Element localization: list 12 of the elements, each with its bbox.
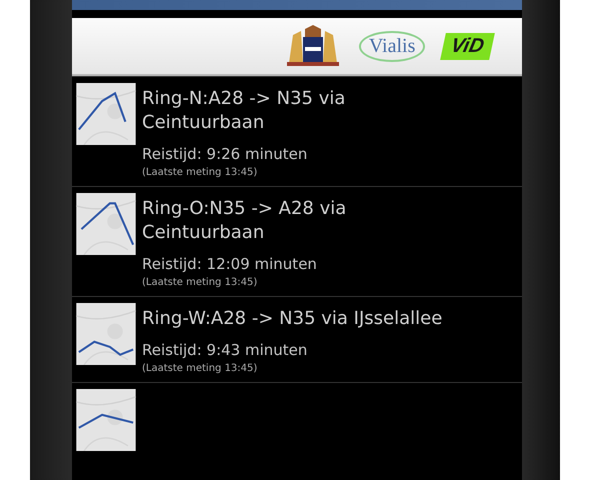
travel-time: Reistijd: 9:26 minuten [142,145,308,163]
travel-time: Reistijd: 12:09 minuten [142,255,318,273]
route-title[interactable]: Ring-N:A28 -> N35 via Ceintuurbaan [142,87,346,135]
last-measured: (Laatste meting 13:45) [142,277,258,288]
last-measured: (Laatste meting 13:45) [142,167,258,178]
route-title[interactable]: Ring-W:A28 -> N35 via IJsselallee [142,307,442,331]
travel-time: Reistijd: 9:43 minuten [142,341,308,359]
vialis-logo: Vialis [358,30,426,62]
vid-logo: ViD [440,32,495,60]
last-measured: (Laatste meting 13:45) [142,363,258,374]
crest-icon [284,25,341,67]
route-title[interactable]: Ring-O:N35 -> A28 via Ceintuurbaan [142,197,346,245]
